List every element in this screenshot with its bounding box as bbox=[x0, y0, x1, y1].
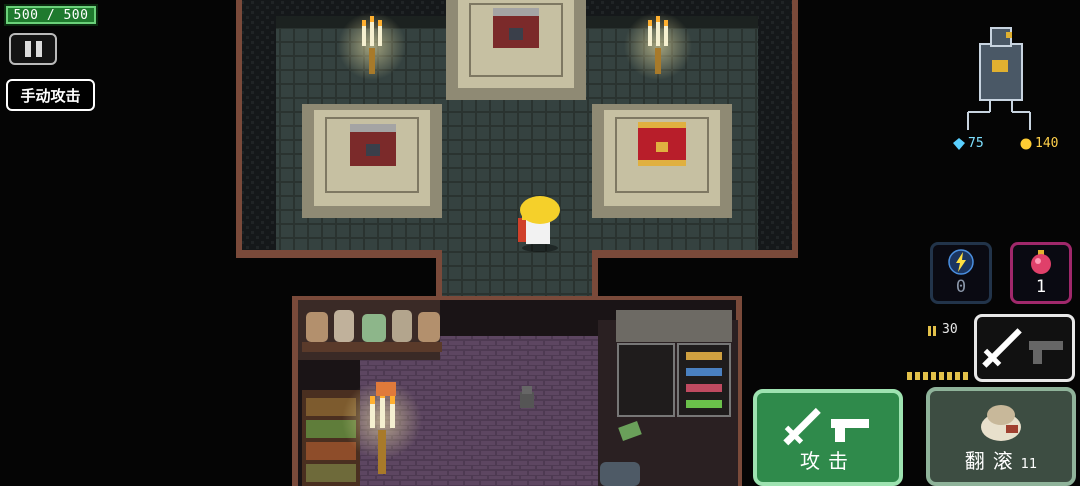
ammo-counter: 30 bbox=[928, 322, 958, 337]
attack-button[interactable]: 攻击 bbox=[753, 389, 903, 486]
chest-top[interactable] bbox=[493, 8, 539, 48]
roll-count: 11 bbox=[1020, 457, 1038, 472]
pause-button[interactable] bbox=[9, 33, 57, 65]
ammo-pip bbox=[955, 372, 960, 380]
character-portrait-icon bbox=[981, 405, 1021, 441]
chest-left[interactable] bbox=[350, 124, 396, 166]
gold-coin-icon bbox=[1020, 138, 1032, 149]
bullet-icon bbox=[928, 325, 936, 336]
roll-label: 翻滚 bbox=[964, 449, 1021, 473]
pause-icon-bar bbox=[24, 41, 31, 57]
ammo-count: 30 bbox=[942, 322, 958, 337]
manual-attack-label: 手动攻击 bbox=[20, 86, 81, 105]
pause-icon-bar bbox=[35, 41, 42, 57]
gold-counter: 140 bbox=[1020, 136, 1058, 151]
manual-attack-button[interactable]: 手动攻击 bbox=[6, 79, 95, 111]
roll-label-row: 翻滚11 bbox=[930, 445, 1072, 474]
skill-count: 0 bbox=[955, 277, 967, 297]
lightning-icon bbox=[948, 249, 974, 275]
ammo-pip bbox=[931, 372, 936, 380]
potion-cabinet bbox=[616, 310, 732, 417]
ammo-pip bbox=[939, 372, 944, 380]
potion-count: 1 bbox=[1035, 277, 1047, 297]
gold-count: 140 bbox=[1035, 136, 1059, 151]
floor-item bbox=[376, 382, 396, 396]
ammo-pip bbox=[907, 372, 912, 380]
skill-slot[interactable]: 0 bbox=[930, 242, 992, 304]
roll-button[interactable]: 翻滚11 bbox=[926, 387, 1076, 486]
ammo-pips bbox=[907, 372, 968, 380]
attack-label: 攻击 bbox=[800, 449, 856, 473]
cauldron bbox=[600, 462, 640, 486]
gem-counter: 75 bbox=[953, 136, 984, 151]
hp-bar: 500 / 500 bbox=[4, 4, 98, 26]
ammo-pip bbox=[915, 372, 920, 380]
pet-cat bbox=[520, 386, 534, 408]
minimap bbox=[967, 27, 1031, 130]
potion-slot[interactable]: 1 bbox=[1010, 242, 1072, 304]
gem-count: 75 bbox=[968, 136, 984, 151]
gem-icon bbox=[953, 137, 965, 150]
ammo-pip bbox=[923, 372, 928, 380]
weapon-swap-button[interactable] bbox=[974, 314, 1075, 382]
ammo-pip bbox=[963, 372, 968, 380]
jar-shelf bbox=[302, 310, 442, 352]
sword-and-pistol-icon bbox=[982, 328, 1063, 368]
chest-right-golden[interactable] bbox=[638, 122, 686, 166]
potion-icon bbox=[1031, 250, 1051, 274]
ammo-pip bbox=[947, 372, 952, 380]
hp-text: 500 / 500 bbox=[13, 7, 89, 23]
dungeon-scene bbox=[236, 0, 1031, 486]
